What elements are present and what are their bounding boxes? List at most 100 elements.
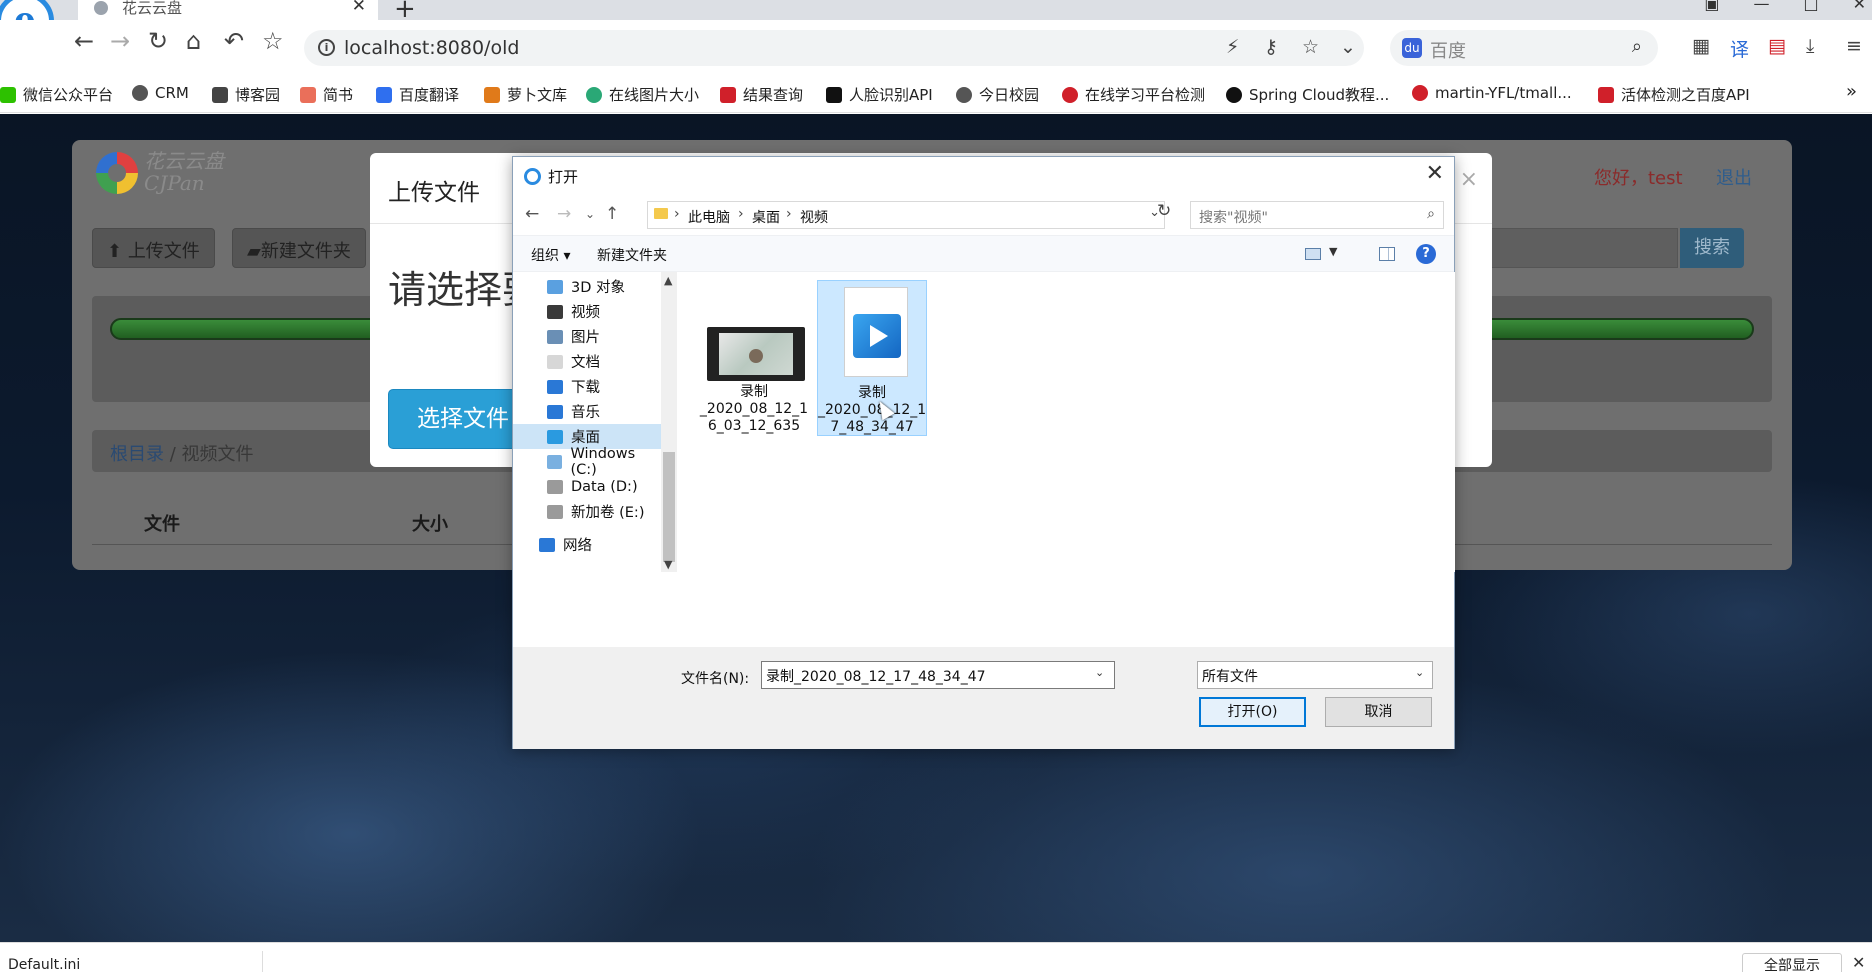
logout-link[interactable]: 退出 [1716, 164, 1752, 190]
show-all-downloads-button[interactable]: 全部显示 [1742, 953, 1842, 972]
file-type-select[interactable]: 所有文件 [1197, 661, 1433, 689]
bookmark-item[interactable]: 微信公众平台 [0, 84, 113, 105]
file-item-selected[interactable]: 录制 _2020_08_12_1 7_48_34_47 [817, 280, 927, 436]
dialog-back-icon[interactable]: ← [525, 204, 539, 224]
tab-close-icon[interactable]: ✕ [352, 0, 366, 16]
path-segment[interactable]: 桌面 [752, 207, 780, 227]
upload-button[interactable]: ⬆ 上传文件 [92, 228, 215, 268]
breadcrumb-root[interactable]: 根目录 [110, 444, 164, 465]
chevron-down-icon[interactable]: ⌄ [1340, 36, 1356, 58]
more-bookmarks-icon[interactable]: » [1846, 81, 1857, 102]
dialog-forward-icon[interactable]: → [557, 204, 571, 224]
modal-close-icon[interactable]: × [1460, 167, 1478, 192]
bookmark-item[interactable]: 博客园 [212, 84, 280, 105]
download-bar-close-icon[interactable]: ✕ [1852, 953, 1865, 972]
up-folder-icon[interactable]: ↑ [605, 204, 619, 224]
bookmark-item[interactable]: martin-YFL/tmall... [1412, 84, 1572, 102]
download-icon[interactable]: ⤓ [1806, 35, 1814, 57]
cnblogs-icon [212, 86, 228, 103]
nav-item-3d-objects[interactable]: 3D 对象 [513, 274, 663, 299]
bookmark-item[interactable]: 活体检测之百度API [1598, 84, 1750, 105]
nav-item-drive-c[interactable]: Windows (C:) [513, 446, 663, 478]
column-header-size[interactable]: 大小 [412, 510, 448, 536]
network-icon [539, 537, 555, 552]
nav-item-drive-d[interactable]: Data (D:) [513, 474, 663, 499]
path-bar[interactable]: › 此电脑 › 桌面 › 视频 ⌄ [647, 201, 1165, 229]
video-frame [719, 333, 793, 375]
filename-history-chevron-icon[interactable]: ⌄ [1095, 666, 1104, 679]
search-engine-box[interactable]: du 百度 ⌕ [1390, 30, 1658, 66]
path-segment[interactable]: 此电脑 [688, 207, 730, 227]
address-url[interactable]: localhost:8080/old [344, 37, 519, 59]
nav-item-downloads[interactable]: 下载 [513, 374, 663, 399]
download-item[interactable]: Default.ini [8, 957, 80, 972]
bookmark-star-icon[interactable]: ☆ [262, 29, 284, 53]
cancel-button[interactable]: 取消 [1325, 697, 1432, 727]
undo-icon[interactable]: ↶ [224, 29, 244, 53]
download-bar: Default.ini 全部显示 ✕ [0, 942, 1872, 972]
organize-menu[interactable]: 组织 ▾ [531, 245, 570, 265]
view-options-chevron-icon[interactable]: ▼ [1329, 245, 1337, 258]
bookmark-item[interactable]: 今日校园 [956, 84, 1039, 105]
nav-item-music[interactable]: 音乐 [513, 399, 663, 424]
nav-item-drive-e[interactable]: 新加卷 (E:) [513, 499, 663, 524]
change-view-icon[interactable] [1305, 248, 1321, 260]
pdf-icon[interactable]: ▤ [1768, 35, 1786, 57]
minimize-icon[interactable]: — [1753, 0, 1769, 13]
forward-icon[interactable]: → [110, 29, 130, 53]
new-folder-command[interactable]: 新建文件夹 [597, 245, 667, 265]
reload-icon[interactable]: ↻ [148, 29, 168, 53]
filename-input[interactable]: 录制_2020_08_12_17_48_34_47 [761, 661, 1115, 689]
site-search-button[interactable]: 搜索 [1680, 228, 1744, 268]
menu-icon[interactable]: ≡ [1846, 35, 1862, 57]
preview-pane-icon[interactable] [1379, 247, 1395, 261]
path-segment[interactable]: 视频 [800, 207, 828, 227]
column-header-file[interactable]: 文件 [144, 510, 180, 536]
bookmark-label: 萝卜文库 [507, 86, 568, 104]
favorite-star-icon[interactable]: ☆ [1302, 36, 1319, 58]
dialog-close-icon[interactable]: ✕ [1426, 161, 1444, 186]
window-close-icon[interactable]: ✕ [1853, 0, 1866, 13]
bookmark-item[interactable]: 人脸识别API [826, 84, 933, 105]
navigation-pane: 3D 对象 视频 图片 文档 下载 音乐 桌面 Windows (C:) Dat… [513, 272, 677, 640]
bookmark-item[interactable]: CRM [132, 84, 189, 102]
nav-item-videos[interactable]: 视频 [513, 299, 663, 324]
open-file-dialog: 打开 ✕ ← → ⌄ ↑ › 此电脑 › 桌面 › 视频 ⌄ ↻ 搜索"视频" … [512, 156, 1455, 749]
nav-item-documents[interactable]: 文档 [513, 349, 663, 374]
bookmark-item[interactable]: 萝卜文库 [484, 84, 567, 105]
translate-icon[interactable]: 译 [1730, 35, 1749, 62]
qr-icon[interactable]: ▦ [1692, 35, 1710, 57]
dialog-nav-bar: ← → ⌄ ↑ › 此电脑 › 桌面 › 视频 ⌄ ↻ 搜索"视频" ⌕ [513, 195, 1454, 235]
refresh-icon[interactable]: ↻ [1157, 201, 1171, 221]
new-folder-button[interactable]: ▰新建文件夹 [232, 228, 366, 268]
address-bar[interactable]: i localhost:8080/old ⚡ ⚷ ☆ ⌄ [304, 30, 1364, 66]
lightning-icon[interactable]: ⚡ [1226, 36, 1239, 58]
scroll-down-icon[interactable]: ▼ [664, 558, 672, 571]
recent-locations-icon[interactable]: ⌄ [585, 207, 595, 221]
home-icon[interactable]: ⌂ [186, 29, 201, 53]
bookmark-item[interactable]: 百度翻译 [376, 84, 459, 105]
nav-scrollbar[interactable]: ▲ ▼ [661, 272, 677, 572]
back-icon[interactable]: ← [74, 29, 94, 53]
bookmark-item[interactable]: Spring Cloud教程... [1226, 84, 1389, 105]
file-item[interactable]: 录制 _2020_08_12_1 6_03_12_635 [699, 280, 809, 436]
site-info-icon[interactable]: i [318, 39, 335, 56]
search-engine-placeholder[interactable]: 百度 [1430, 37, 1466, 63]
search-icon[interactable]: ⌕ [1632, 36, 1642, 57]
bookmark-item[interactable]: 简书 [300, 84, 353, 105]
maximize-icon[interactable]: □ [1803, 0, 1818, 13]
file-type-chevron-icon[interactable]: ⌄ [1415, 666, 1424, 679]
browser-tab[interactable]: 花云云盘 ✕ [78, 0, 378, 20]
scroll-up-icon[interactable]: ▲ [664, 274, 672, 287]
dialog-search-input[interactable]: 搜索"视频" ⌕ [1190, 201, 1444, 229]
nav-item-pictures[interactable]: 图片 [513, 324, 663, 349]
open-button[interactable]: 打开(O) [1199, 697, 1306, 727]
nav-item-network[interactable]: 网络 [513, 532, 663, 557]
nav-scroll-thumb[interactable] [663, 452, 675, 562]
bookmark-item[interactable]: 结果查询 [720, 84, 803, 105]
bookmark-item[interactable]: 在线学习平台检测 [1062, 84, 1205, 105]
key-icon[interactable]: ⚷ [1264, 36, 1278, 58]
window-menu-icon[interactable]: ▣ [1704, 0, 1719, 13]
bookmark-item[interactable]: 在线图片大小 [586, 84, 699, 105]
help-icon[interactable]: ? [1416, 244, 1436, 264]
